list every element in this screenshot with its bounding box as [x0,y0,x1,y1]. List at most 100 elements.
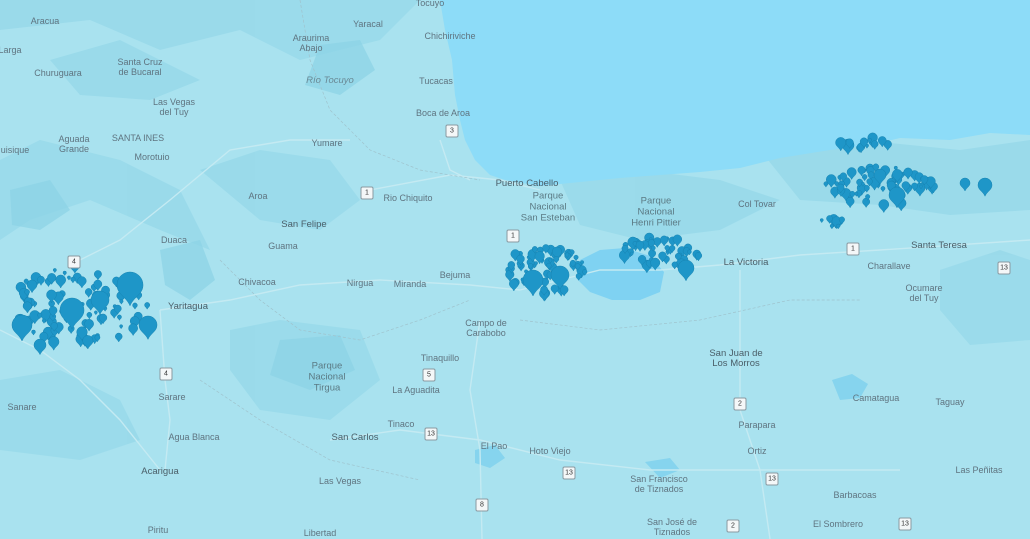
location-pin-icon[interactable] [115,332,123,343]
location-pin-icon[interactable] [819,218,824,224]
location-pin-icon[interactable] [119,324,123,330]
location-pin-icon[interactable] [650,257,661,271]
location-pin-icon[interactable] [573,254,579,262]
place-label-aguada-grande: Aguada Grande [58,134,90,154]
place-label-parque-tirgua: Parque Nacional Tirgua [308,360,346,394]
road-shield-13: 13 [562,466,576,480]
place-label-la-victoria: La Victoria [723,257,769,268]
place-label-agua-blanca: Agua Blanca [168,432,220,442]
place-label-el-sombrero: El Sombrero [812,519,864,529]
place-label-sanare: Sanare [7,402,37,412]
place-label-parapara: Parapara [738,420,776,430]
place-label-barbacoas: Barbacoas [833,490,877,500]
road-shield-1: 1 [506,229,520,243]
location-pin-icon[interactable] [138,315,158,341]
location-pin-icon[interactable] [845,197,855,209]
location-pin-icon[interactable] [117,314,122,321]
location-pin-icon[interactable] [90,290,110,316]
location-pin-icon[interactable] [878,199,890,214]
place-label-charallave: Charallave [867,261,911,271]
place-label-las-vegas: Las Vegas [318,476,362,486]
location-pin-icon[interactable] [846,167,857,181]
place-label-morotuio: Morotuio [134,152,170,162]
location-pin-icon[interactable] [93,270,102,281]
place-label-tocuyo: Tocuyo [415,0,445,8]
location-pin-icon[interactable] [82,335,94,350]
location-pin-icon[interactable] [677,259,695,282]
place-label-rio-chiquito: Rio Chiquito [383,193,433,203]
place-label-san-francisco-de-tiznados: San Francisco de Tiznados [630,474,688,494]
location-pin-icon[interactable] [977,177,993,197]
location-pin-icon[interactable] [575,273,582,282]
location-pin-icon[interactable] [84,288,93,299]
location-pin-icon[interactable] [144,302,151,310]
place-label-san-jose-de-tiznados: San José de Tiznados [646,517,698,537]
place-label-santa-ines: SANTA INES [111,133,165,143]
place-label-aroa: Aroa [248,191,268,201]
place-label-duaca: Duaca [160,235,188,245]
place-label-rio-tocuyo: Río Tocuyo [306,75,354,86]
location-pin-icon[interactable] [826,174,837,189]
map-canvas[interactable]: Aracua Larga Churuguara Santa Cruz de Bucara… [0,0,1030,539]
location-pin-icon[interactable] [31,329,36,336]
place-label-pirito: Piritu [147,525,169,535]
location-pin-icon[interactable] [37,275,45,286]
place-label-nirgua: Nirgua [346,278,374,288]
road-shield-1: 1 [360,186,374,200]
location-pin-icon[interactable] [22,301,32,314]
location-pin-icon[interactable] [550,284,559,296]
place-label-camatagua: Camatagua [852,393,900,403]
location-pin-icon[interactable] [671,261,678,270]
location-pin-icon[interactable] [33,338,47,356]
location-pin-icon[interactable] [62,270,67,277]
location-pin-icon[interactable] [55,274,66,289]
road-shield-13: 13 [898,517,912,531]
location-pin-icon[interactable] [880,186,886,193]
location-pin-icon[interactable] [119,299,124,305]
place-label-taguay: Taguay [935,397,965,407]
location-pin-icon[interactable] [659,235,669,247]
location-pin-icon[interactable] [77,276,87,289]
location-pin-icon[interactable] [509,278,519,292]
location-pin-icon[interactable] [94,310,98,316]
place-label-yumare: Yumare [311,138,343,148]
place-label-hoto-viejo: Hoto Viejo [529,446,571,456]
place-label-las-penitas: Las Peñitas [955,465,1003,475]
location-pin-icon[interactable] [59,297,85,330]
place-label-bejuma: Bejuma [439,270,471,280]
location-pin-icon[interactable] [829,223,834,230]
location-pin-icon[interactable] [86,312,93,320]
location-pin-icon[interactable] [635,240,645,253]
place-label-la-aguadita: La Aguadita [392,385,440,395]
road-shield-4: 4 [159,367,173,381]
place-label-yaracal: Yaracal [353,19,383,29]
road-shield-4: 4 [67,255,81,269]
location-pin-icon[interactable] [862,197,871,209]
location-pin-icon[interactable] [871,140,879,151]
location-pin-icon[interactable] [52,268,57,274]
place-label-churuguara: Churuguara [34,68,82,78]
road-shield-8: 8 [475,498,489,512]
location-pin-icon[interactable] [41,318,46,324]
road-shield-2: 2 [733,397,747,411]
location-pin-icon[interactable] [70,276,76,284]
place-label-tucacas: Tucacas [419,76,453,86]
location-pin-icon[interactable] [959,177,971,192]
location-pin-icon[interactable] [128,323,138,337]
location-pin-icon[interactable] [823,181,829,188]
place-label-ocumare-del-tuy: Ocumare del Tuy [905,283,943,303]
place-label-yaritagua: Yaritagua [168,301,208,312]
location-pin-icon[interactable] [672,234,683,247]
road-shield-13: 13 [765,472,779,486]
place-label-parque-henri-pittier: Parque Nacional Henri Pittier [631,195,681,229]
place-label-parque-san-esteban: Parque Nacional San Esteban [520,190,576,224]
location-pin-icon[interactable] [48,336,60,351]
location-pin-icon[interactable] [11,314,33,342]
road-shield-3: 3 [445,124,459,138]
place-label-campo-de-carabobo: Campo de Carabobo [465,318,507,338]
place-label-puerto-cabello: Puerto Cabello [495,178,559,189]
location-pin-icon[interactable] [861,174,868,182]
location-pin-icon[interactable] [132,302,138,310]
location-pin-icon[interactable] [903,167,913,180]
location-pin-icon[interactable] [67,275,71,281]
